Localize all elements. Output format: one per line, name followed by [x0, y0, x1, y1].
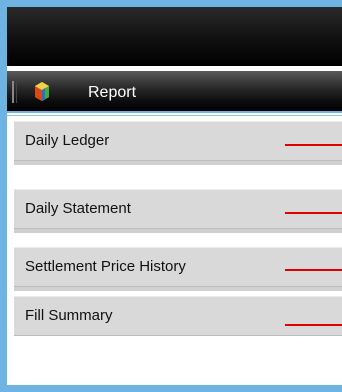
- menu-separator: [14, 161, 342, 165]
- menu-left-gutter: [7, 117, 14, 385]
- report-title: Report: [88, 84, 137, 101]
- menu-item-daily-ledger[interactable]: Daily Ledger: [14, 121, 342, 161]
- menu-bottom: [14, 360, 342, 385]
- grip-handle: [12, 81, 14, 103]
- menu-item-label: Daily Statement: [25, 200, 131, 217]
- grip-handle-shadow: [16, 81, 17, 103]
- menu-item-label: Daily Ledger: [25, 132, 110, 149]
- menu-item-settlement-price-history[interactable]: Settlement Price History: [14, 247, 342, 287]
- report-icon: [32, 81, 52, 103]
- app-window: Report Daily Ledger Daily Statement Sett…: [7, 7, 342, 385]
- divider: [7, 115, 342, 116]
- menu-separator: [14, 287, 342, 291]
- indicator-line: [285, 144, 342, 146]
- menu-item-label: Fill Summary: [25, 307, 113, 324]
- menu-separator: [14, 229, 342, 233]
- report-header[interactable]: Report: [7, 71, 342, 113]
- indicator-line: [285, 324, 342, 326]
- top-bar: [7, 7, 342, 66]
- menu-item-daily-statement[interactable]: Daily Statement: [14, 189, 342, 229]
- indicator-line: [285, 269, 342, 271]
- menu-item-fill-summary[interactable]: Fill Summary: [14, 296, 342, 336]
- indicator-line: [285, 212, 342, 214]
- menu-item-label: Settlement Price History: [25, 258, 186, 275]
